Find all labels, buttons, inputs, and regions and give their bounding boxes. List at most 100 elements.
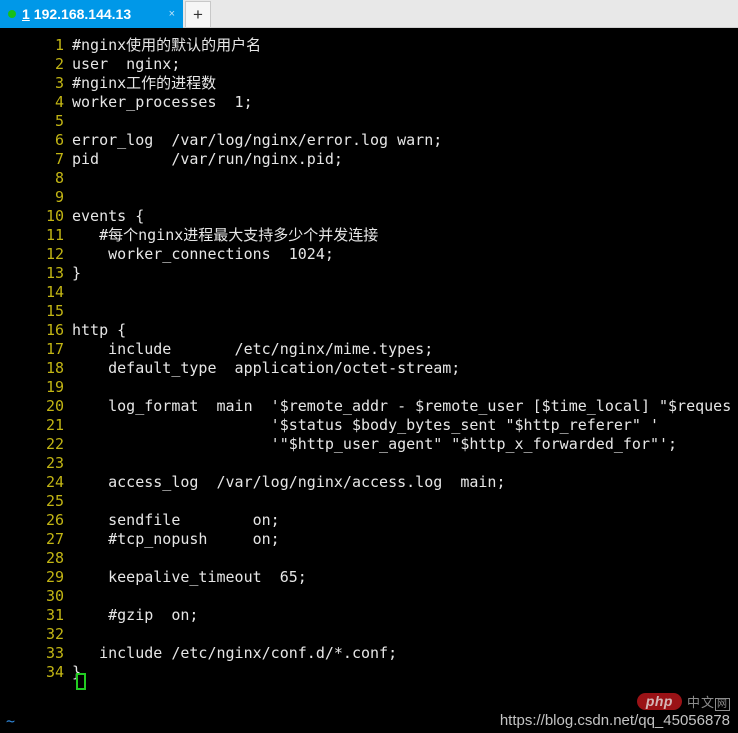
code-line: 28 bbox=[0, 549, 738, 568]
line-number: 34 bbox=[0, 663, 72, 682]
line-number: 9 bbox=[0, 188, 72, 207]
code-line: 6error_log /var/log/nginx/error.log warn… bbox=[0, 131, 738, 150]
line-number: 10 bbox=[0, 207, 72, 226]
tilde-marker: ~ bbox=[6, 712, 15, 731]
close-icon[interactable]: × bbox=[165, 8, 179, 20]
watermark: php 中文网 https://blog.csdn.net/qq_4505687… bbox=[500, 692, 730, 729]
code-line: 16http { bbox=[0, 321, 738, 340]
code-line: 5 bbox=[0, 112, 738, 131]
line-text: #每个nginx进程最大支持多少个并发连接 bbox=[72, 226, 378, 244]
code-line: 3#nginx工作的进程数 bbox=[0, 74, 738, 93]
line-text: worker_processes 1; bbox=[72, 93, 253, 111]
code-line: 33 include /etc/nginx/conf.d/*.conf; bbox=[0, 644, 738, 663]
code-line: 12 worker_connections 1024; bbox=[0, 245, 738, 264]
code-line: 30 bbox=[0, 587, 738, 606]
line-text: access_log /var/log/nginx/access.log mai… bbox=[72, 473, 505, 491]
line-number: 22 bbox=[0, 435, 72, 454]
new-tab-button[interactable]: + bbox=[185, 1, 211, 27]
watermark-cn-boxed: 网 bbox=[715, 698, 730, 711]
line-number: 27 bbox=[0, 530, 72, 549]
code-line: 13} bbox=[0, 264, 738, 283]
line-text: http { bbox=[72, 321, 126, 339]
code-line: 15 bbox=[0, 302, 738, 321]
code-line: 29 keepalive_timeout 65; bbox=[0, 568, 738, 587]
line-number: 15 bbox=[0, 302, 72, 321]
code-line: 34} bbox=[0, 663, 738, 682]
tab-192-168-144-13[interactable]: 1 192.168.144.13 × bbox=[0, 0, 183, 28]
line-number: 32 bbox=[0, 625, 72, 644]
code-line: 2user nginx; bbox=[0, 55, 738, 74]
line-number: 21 bbox=[0, 416, 72, 435]
line-number: 30 bbox=[0, 587, 72, 606]
terminal-screen[interactable]: 1#nginx使用的默认的用户名2user nginx;3#nginx工作的进程… bbox=[0, 28, 738, 733]
php-logo-icon: php bbox=[637, 693, 682, 710]
code-line: 27 #tcp_nopush on; bbox=[0, 530, 738, 549]
code-line: 1#nginx使用的默认的用户名 bbox=[0, 36, 738, 55]
tab-index: 1 bbox=[22, 6, 30, 22]
line-number: 1 bbox=[0, 36, 72, 55]
line-text: '"$http_user_agent" "$http_x_forwarded_f… bbox=[72, 435, 677, 453]
line-text: log_format main '$remote_addr - $remote_… bbox=[72, 397, 731, 415]
code-line: 21 '$status $body_bytes_sent "$http_refe… bbox=[0, 416, 738, 435]
code-line: 18 default_type application/octet-stream… bbox=[0, 359, 738, 378]
code-line: 9 bbox=[0, 188, 738, 207]
code-line: 23 bbox=[0, 454, 738, 473]
line-text: pid /var/run/nginx.pid; bbox=[72, 150, 343, 168]
line-text: '$status $body_bytes_sent "$http_referer… bbox=[72, 416, 659, 434]
line-number: 29 bbox=[0, 568, 72, 587]
line-text: include /etc/nginx/mime.types; bbox=[72, 340, 433, 358]
tab-status-dot bbox=[8, 10, 16, 18]
code-line: 24 access_log /var/log/nginx/access.log … bbox=[0, 473, 738, 492]
line-text: error_log /var/log/nginx/error.log warn; bbox=[72, 131, 442, 149]
terminal-tab-bar: 1 192.168.144.13 × + bbox=[0, 0, 738, 28]
line-number: 3 bbox=[0, 74, 72, 93]
line-text: } bbox=[72, 264, 81, 282]
code-line: 7pid /var/run/nginx.pid; bbox=[0, 150, 738, 169]
vim-empty-line-markers: ~~~ bbox=[6, 712, 15, 733]
code-line: 8 bbox=[0, 169, 738, 188]
line-text: worker_connections 1024; bbox=[72, 245, 334, 263]
code-line: 20 log_format main '$remote_addr - $remo… bbox=[0, 397, 738, 416]
line-number: 19 bbox=[0, 378, 72, 397]
code-line: 4worker_processes 1; bbox=[0, 93, 738, 112]
line-text: #nginx使用的默认的用户名 bbox=[72, 36, 261, 54]
line-number: 20 bbox=[0, 397, 72, 416]
line-number: 13 bbox=[0, 264, 72, 283]
watermark-logo: php 中文网 bbox=[500, 692, 730, 711]
line-number: 6 bbox=[0, 131, 72, 150]
line-text: default_type application/octet-stream; bbox=[72, 359, 460, 377]
vim-buffer[interactable]: 1#nginx使用的默认的用户名2user nginx;3#nginx工作的进程… bbox=[0, 36, 738, 682]
line-number: 12 bbox=[0, 245, 72, 264]
code-line: 10events { bbox=[0, 207, 738, 226]
line-number: 7 bbox=[0, 150, 72, 169]
line-number: 4 bbox=[0, 93, 72, 112]
line-number: 8 bbox=[0, 169, 72, 188]
tab-title: 192.168.144.13 bbox=[34, 6, 165, 22]
watermark-url: https://blog.csdn.net/qq_45056878 bbox=[500, 712, 730, 729]
line-number: 33 bbox=[0, 644, 72, 663]
line-number: 18 bbox=[0, 359, 72, 378]
watermark-cn-label: 中文网 bbox=[687, 692, 730, 711]
watermark-cn-text: 中文 bbox=[687, 695, 715, 710]
line-text: user nginx; bbox=[72, 55, 180, 73]
code-line: 26 sendfile on; bbox=[0, 511, 738, 530]
line-number: 2 bbox=[0, 55, 72, 74]
code-line: 31 #gzip on; bbox=[0, 606, 738, 625]
code-line: 19 bbox=[0, 378, 738, 397]
vim-block-cursor bbox=[76, 673, 86, 690]
line-number: 26 bbox=[0, 511, 72, 530]
line-number: 17 bbox=[0, 340, 72, 359]
line-number: 14 bbox=[0, 283, 72, 302]
line-number: 24 bbox=[0, 473, 72, 492]
code-line: 11 #每个nginx进程最大支持多少个并发连接 bbox=[0, 226, 738, 245]
code-line: 17 include /etc/nginx/mime.types; bbox=[0, 340, 738, 359]
code-line: 25 bbox=[0, 492, 738, 511]
line-number: 25 bbox=[0, 492, 72, 511]
line-number: 5 bbox=[0, 112, 72, 131]
code-line: 22 '"$http_user_agent" "$http_x_forwarde… bbox=[0, 435, 738, 454]
line-number: 16 bbox=[0, 321, 72, 340]
line-text: keepalive_timeout 65; bbox=[72, 568, 307, 586]
line-text: #tcp_nopush on; bbox=[72, 530, 280, 548]
line-text: #gzip on; bbox=[72, 606, 198, 624]
line-number: 23 bbox=[0, 454, 72, 473]
